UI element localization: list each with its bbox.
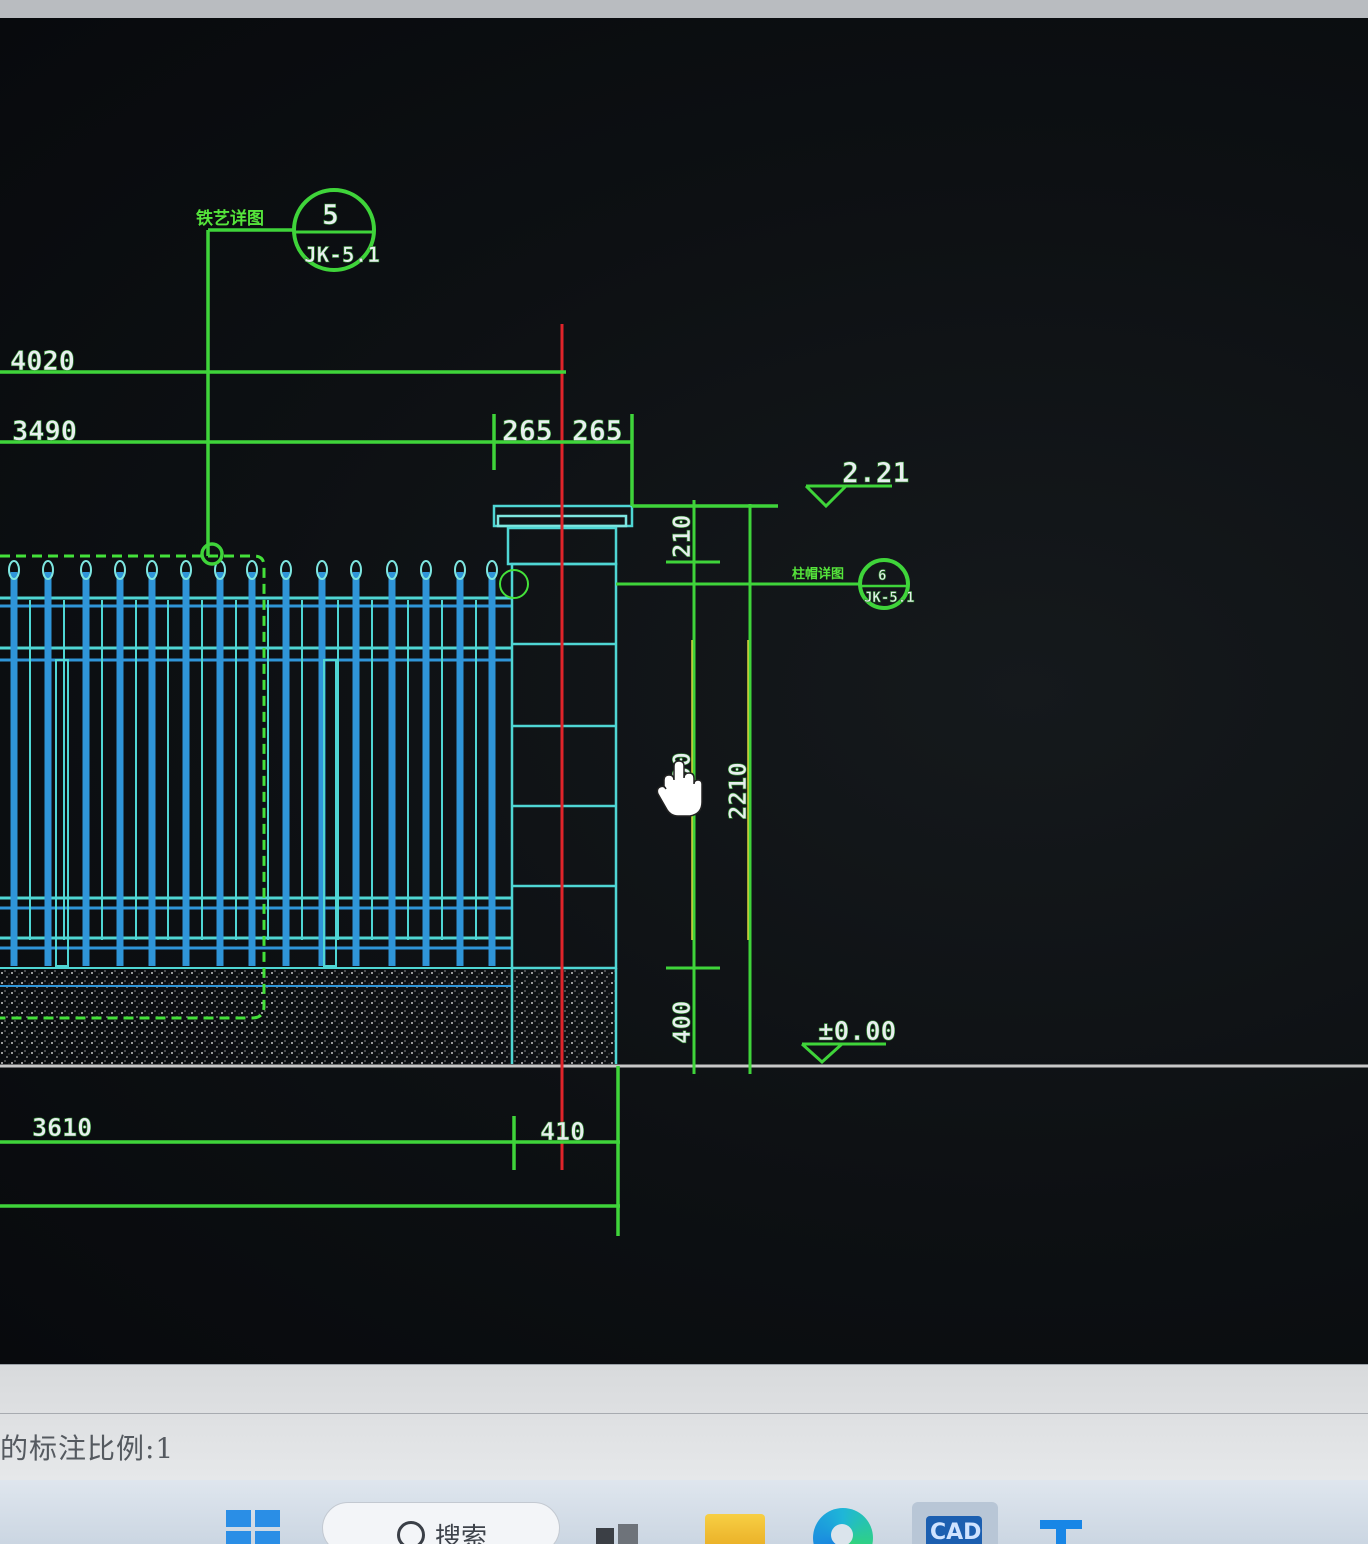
- search-icon: [397, 1521, 425, 1544]
- dim-cap-height: 210: [668, 515, 696, 558]
- fence-post: [55, 659, 69, 967]
- callout-lower-sheet: JK-5.1: [864, 590, 915, 606]
- command-line-panel[interactable]: 的标注比例:1: [0, 1364, 1368, 1481]
- window-top-edge: [0, 0, 1368, 18]
- cad-app-label: CAD: [930, 1520, 982, 1544]
- section-callout-upper[interactable]: 5 JK-5.1: [292, 188, 380, 272]
- fence-panel: [0, 596, 512, 950]
- top-dimension-lines: [0, 228, 778, 566]
- bottom-dimension-lines: [0, 1066, 620, 1236]
- base-gravel-fill: [0, 968, 616, 1064]
- cad-app-icon[interactable]: CAD: [912, 1502, 998, 1544]
- callout-lower-number: 6: [878, 568, 886, 584]
- file-explorer-icon[interactable]: [705, 1514, 765, 1544]
- taskbar-search-box[interactable]: 搜索: [322, 1502, 560, 1544]
- command-line-text: 的标注比例:1: [0, 1432, 175, 1465]
- dim-plinth-height: 400: [668, 1001, 696, 1044]
- callout-lower-label: 柱帽详图: [792, 566, 844, 582]
- elevation-marker-top: [804, 484, 892, 509]
- callout-upper-label: 铁艺详图: [196, 208, 264, 229]
- elevation-top-text: 2.21: [842, 456, 909, 489]
- dim-bottom-pier: 410: [540, 1117, 585, 1146]
- taskbar: 搜索 CAD: [0, 1480, 1368, 1544]
- dim-total-height: 2210: [724, 762, 752, 820]
- taskbar-search-label: 搜索: [435, 1523, 488, 1544]
- dim-pier-right: 265: [572, 414, 623, 447]
- elevation-ground-text: ±0.00: [818, 1017, 896, 1047]
- cad-drawing-canvas[interactable]: 4020 3490 265 265 210 1600 2210 400 3610…: [0, 18, 1368, 1364]
- dim-pier-left: 265: [502, 414, 553, 447]
- command-line-separator: [0, 1413, 1368, 1414]
- fence-post: [323, 659, 337, 967]
- dim-top-span: 3490: [12, 416, 77, 447]
- section-callout-lower[interactable]: 6 JK-5.1: [858, 558, 915, 610]
- windows-start-icon[interactable]: [226, 1510, 282, 1544]
- task-view-icon[interactable]: [596, 1524, 640, 1544]
- dim-top-overall: 4020: [10, 346, 75, 377]
- text-app-icon[interactable]: [1040, 1510, 1084, 1544]
- callout-upper-sheet: JK-5.1: [304, 243, 380, 267]
- callout-upper-number: 5: [322, 198, 339, 231]
- fence-pickets: [8, 560, 498, 967]
- edge-browser-icon[interactable]: [813, 1508, 873, 1544]
- dim-bottom-span: 3610: [32, 1113, 92, 1142]
- drawing-svg: 4020 3490 265 265 210 1600 2210 400 3610…: [0, 188, 1368, 1236]
